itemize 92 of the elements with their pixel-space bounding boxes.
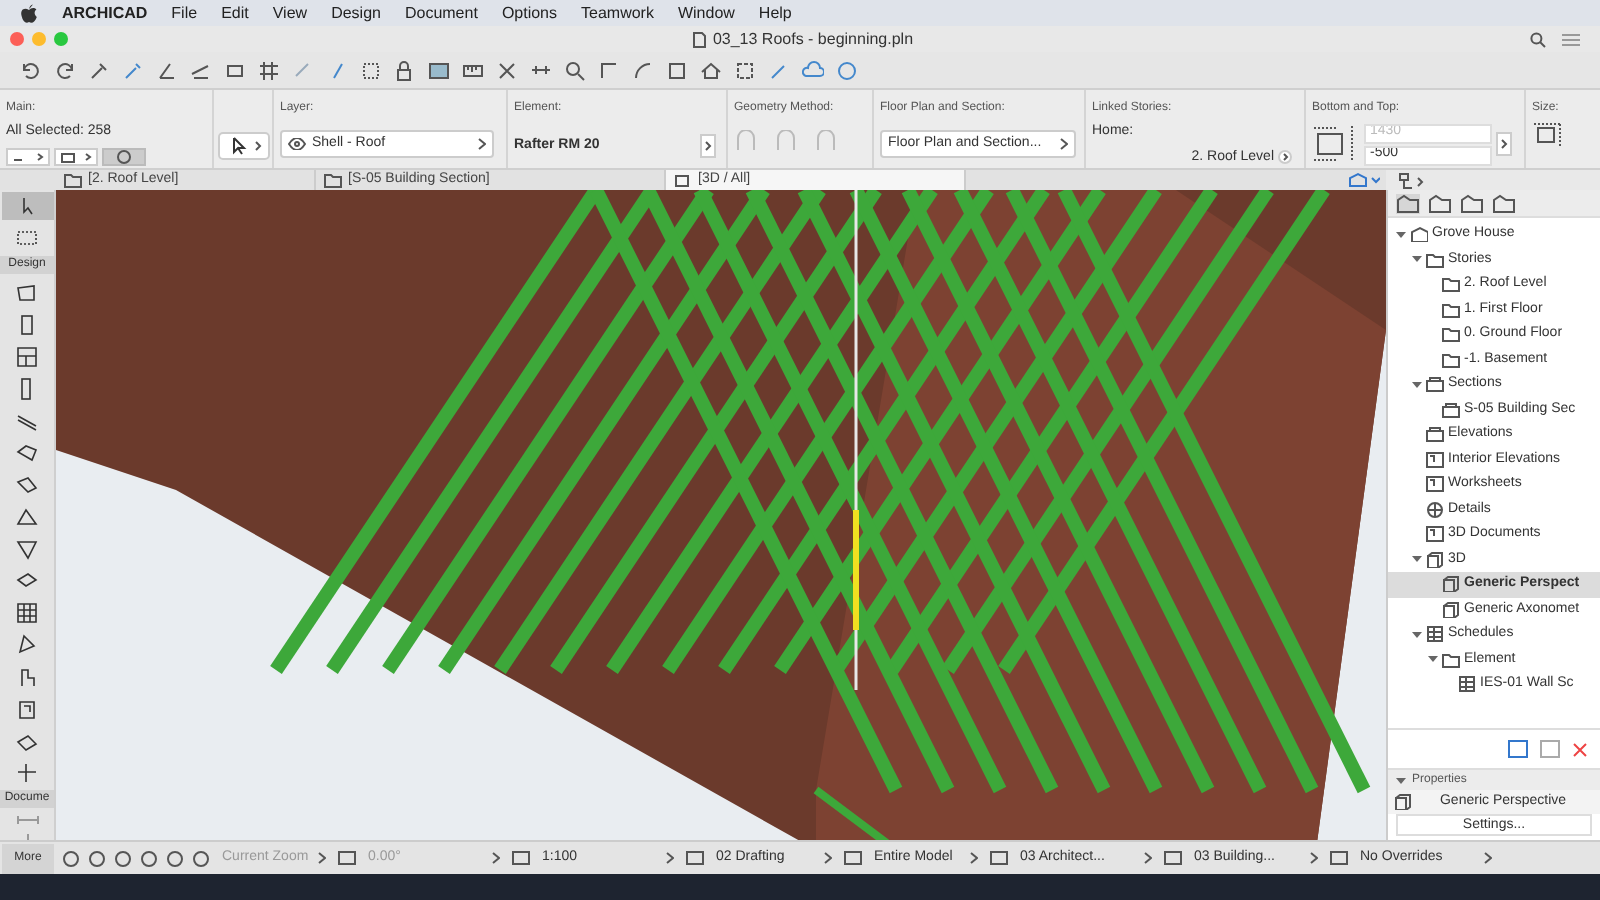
menu-item[interactable]: Document <box>404 1 478 25</box>
apple-icon <box>20 3 38 23</box>
layout-book-icon[interactable] <box>1460 193 1484 213</box>
folder-icon <box>1426 251 1444 268</box>
eye-icon <box>288 138 306 150</box>
view-options-icon[interactable] <box>1348 172 1380 188</box>
section-icon <box>324 173 342 187</box>
house-icon[interactable] <box>700 59 722 81</box>
arrow-tool[interactable] <box>1 192 53 220</box>
chevron-icon <box>492 852 500 864</box>
view-map-icon[interactable] <box>1428 193 1452 213</box>
grid-icon[interactable] <box>258 59 280 81</box>
navigator-icon[interactable] <box>1398 171 1426 189</box>
redo-icon[interactable] <box>54 59 76 81</box>
chevron-button[interactable] <box>1278 150 1292 165</box>
pointer-button[interactable] <box>218 132 270 160</box>
lock-icon[interactable] <box>394 59 416 81</box>
chevron-icon <box>824 852 832 864</box>
morph-icon <box>16 537 38 559</box>
chevron-icon <box>1060 138 1068 150</box>
chevron-icon <box>478 138 486 150</box>
chevron-icon <box>318 852 326 864</box>
publisher-icon[interactable] <box>1492 193 1516 213</box>
slab-icon <box>16 281 38 303</box>
menu-item[interactable]: Edit <box>221 1 249 25</box>
curtain-wall-icon <box>16 601 38 623</box>
size-icon <box>1532 122 1564 146</box>
snap-line-icon[interactable] <box>190 59 212 81</box>
rectangle-icon[interactable] <box>360 59 382 81</box>
project-icon <box>1410 226 1428 243</box>
door-icon <box>16 313 38 335</box>
railing-icon <box>16 633 38 655</box>
section-icon <box>1426 376 1444 393</box>
table-icon <box>1426 626 1444 643</box>
box-icon <box>1426 551 1444 568</box>
zone-icon <box>16 697 38 719</box>
menu-item[interactable]: Window <box>677 1 735 25</box>
view-icon <box>1426 451 1444 468</box>
marquee-icon <box>16 227 38 249</box>
arc-icon[interactable] <box>632 59 654 81</box>
menu-item[interactable]: Teamwork <box>581 1 654 25</box>
dimension-icon <box>15 812 39 828</box>
box-icon <box>1442 576 1460 593</box>
stair-icon <box>16 569 38 591</box>
document-icon <box>692 31 707 47</box>
delete-icon[interactable] <box>1572 741 1588 757</box>
chevron-icon <box>1310 852 1318 864</box>
beam-icon <box>16 409 38 431</box>
level-icon <box>16 761 38 783</box>
window-title: 03_13 Roofs - beginning.pln <box>712 27 914 51</box>
ruler-icon[interactable] <box>462 59 484 81</box>
table-icon <box>1458 676 1476 693</box>
cloud-icon[interactable] <box>802 59 824 81</box>
box-icon <box>674 173 692 187</box>
chevron-icon <box>970 852 978 864</box>
mesh-icon <box>16 729 38 751</box>
layout-icon[interactable] <box>54 147 98 165</box>
view-icon <box>1426 526 1444 543</box>
menu-item[interactable]: Help <box>758 1 792 25</box>
chevron-button[interactable] <box>1496 132 1512 156</box>
chevron-icon <box>666 852 674 864</box>
menu-item[interactable]: File <box>171 1 198 25</box>
info-mode-icon[interactable] <box>6 147 50 165</box>
menu-item[interactable]: Options <box>501 1 558 25</box>
menu-item[interactable]: View <box>272 1 308 25</box>
rotate-icon[interactable] <box>102 147 146 165</box>
section-icon <box>1426 426 1444 443</box>
skylight-icon <box>16 505 38 527</box>
roof-icon <box>16 441 38 463</box>
box-icon <box>1394 794 1412 810</box>
chevron-icon <box>1144 852 1152 864</box>
menu-item[interactable]: Design <box>331 1 381 25</box>
sphere-icon[interactable] <box>836 59 858 81</box>
new-view-icon[interactable] <box>1508 740 1528 758</box>
app-menu[interactable]: ARCHICAD <box>62 1 148 25</box>
frame-icon[interactable] <box>734 59 756 81</box>
search-icon[interactable] <box>1530 31 1546 47</box>
project-map-icon[interactable] <box>1396 193 1420 213</box>
detail-icon <box>1426 501 1444 518</box>
chevron-icon <box>1484 852 1492 864</box>
view-icon <box>1426 476 1444 493</box>
undo-icon[interactable] <box>20 59 42 81</box>
magnify-icon[interactable] <box>564 59 586 81</box>
chair-icon <box>16 665 38 687</box>
folder-icon <box>1442 651 1460 668</box>
section-icon <box>1442 401 1460 418</box>
shell-icon <box>16 473 38 495</box>
box-icon <box>1442 601 1460 618</box>
grid-snap-icon[interactable] <box>224 59 246 81</box>
corner-icon[interactable] <box>598 59 620 81</box>
chevron-button[interactable] <box>700 134 716 158</box>
folder-icon <box>64 173 82 187</box>
